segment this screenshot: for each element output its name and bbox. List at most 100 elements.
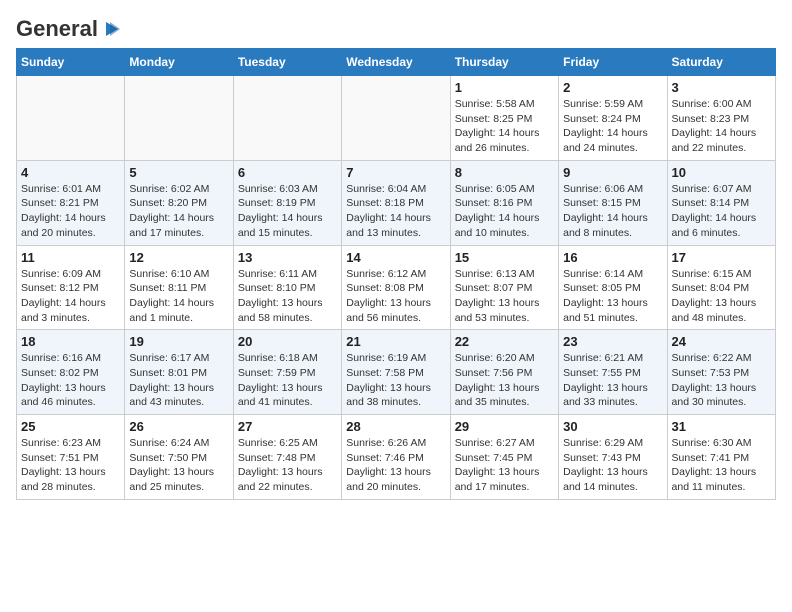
day-info: Sunrise: 6:00 AM Sunset: 8:23 PM Dayligh… <box>672 97 771 156</box>
day-info: Sunrise: 6:02 AM Sunset: 8:20 PM Dayligh… <box>129 182 228 241</box>
calendar-day-cell: 31Sunrise: 6:30 AM Sunset: 7:41 PM Dayli… <box>667 415 775 500</box>
calendar-day-cell: 18Sunrise: 6:16 AM Sunset: 8:02 PM Dayli… <box>17 330 125 415</box>
calendar-week-row: 25 Sunrise: 6:23 AM Sunset: 7:51 PM Dayli… <box>17 415 776 500</box>
calendar-day-cell: 16 Sunrise: 6:14 AM Sunset: 8:05 PM Dayli… <box>559 245 667 330</box>
calendar-day-cell: 21 Sunrise: 6:19 AM Sunset: 7:58 PM Dayli… <box>342 330 450 415</box>
day-info: Sunrise: 6:05 AM Sunset: 8:16 PM Dayligh… <box>455 182 554 241</box>
calendar-day-cell: 3 Sunrise: 6:00 AM Sunset: 8:23 PM Daylig… <box>667 76 775 161</box>
day-number: 25 <box>21 419 120 434</box>
day-number: 28 <box>346 419 445 434</box>
day-number: 10 <box>672 165 771 180</box>
calendar-day-cell: 27 Sunrise: 6:25 AM Sunset: 7:48 PM Dayli… <box>233 415 341 500</box>
day-info: Sunrise: 6:09 AM Sunset: 8:12 PM Dayligh… <box>21 267 120 326</box>
logo-icon <box>100 18 122 40</box>
calendar-day-cell: 4Sunrise: 6:01 AM Sunset: 8:21 PM Daylig… <box>17 160 125 245</box>
calendar-day-cell: 7 Sunrise: 6:04 AM Sunset: 8:18 PM Daylig… <box>342 160 450 245</box>
calendar-table: SundayMondayTuesdayWednesdayThursdayFrid… <box>16 48 776 500</box>
day-number: 7 <box>346 165 445 180</box>
day-info: Sunrise: 6:23 AM Sunset: 7:51 PM Dayligh… <box>21 436 120 495</box>
calendar-day-cell: 6Sunrise: 6:03 AM Sunset: 8:19 PM Daylig… <box>233 160 341 245</box>
day-info: Sunrise: 6:21 AM Sunset: 7:55 PM Dayligh… <box>563 351 662 410</box>
day-of-week-header: Thursday <box>450 49 558 76</box>
calendar-day-cell: 15 Sunrise: 6:13 AM Sunset: 8:07 PM Dayli… <box>450 245 558 330</box>
day-number: 1 <box>455 80 554 95</box>
day-number: 29 <box>455 419 554 434</box>
calendar-day-cell <box>17 76 125 161</box>
day-info: Sunrise: 6:17 AM Sunset: 8:01 PM Dayligh… <box>129 351 228 410</box>
calendar-day-cell <box>125 76 233 161</box>
calendar-day-cell: 9Sunrise: 6:06 AM Sunset: 8:15 PM Daylig… <box>559 160 667 245</box>
calendar-day-cell: 26 Sunrise: 6:24 AM Sunset: 7:50 PM Dayli… <box>125 415 233 500</box>
day-number: 19 <box>129 334 228 349</box>
day-info: Sunrise: 6:27 AM Sunset: 7:45 PM Dayligh… <box>455 436 554 495</box>
calendar-day-cell: 11 Sunrise: 6:09 AM Sunset: 8:12 PM Dayli… <box>17 245 125 330</box>
day-number: 18 <box>21 334 120 349</box>
day-info: Sunrise: 6:06 AM Sunset: 8:15 PM Dayligh… <box>563 182 662 241</box>
day-info: Sunrise: 6:03 AM Sunset: 8:19 PM Dayligh… <box>238 182 337 241</box>
calendar-day-cell: 29 Sunrise: 6:27 AM Sunset: 7:45 PM Dayli… <box>450 415 558 500</box>
day-info: Sunrise: 6:24 AM Sunset: 7:50 PM Dayligh… <box>129 436 228 495</box>
day-info: Sunrise: 6:22 AM Sunset: 7:53 PM Dayligh… <box>672 351 771 410</box>
day-number: 16 <box>563 250 662 265</box>
calendar-day-cell: 25 Sunrise: 6:23 AM Sunset: 7:51 PM Dayli… <box>17 415 125 500</box>
calendar-day-cell: 8 Sunrise: 6:05 AM Sunset: 8:16 PM Daylig… <box>450 160 558 245</box>
day-number: 21 <box>346 334 445 349</box>
calendar-day-cell <box>342 76 450 161</box>
day-info: Sunrise: 6:15 AM Sunset: 8:04 PM Dayligh… <box>672 267 771 326</box>
day-number: 17 <box>672 250 771 265</box>
calendar-day-cell: 24 Sunrise: 6:22 AM Sunset: 7:53 PM Dayli… <box>667 330 775 415</box>
day-number: 22 <box>455 334 554 349</box>
day-info: Sunrise: 6:12 AM Sunset: 8:08 PM Dayligh… <box>346 267 445 326</box>
calendar-day-cell: 28 Sunrise: 6:26 AM Sunset: 7:46 PM Dayli… <box>342 415 450 500</box>
day-number: 27 <box>238 419 337 434</box>
day-info: Sunrise: 6:13 AM Sunset: 8:07 PM Dayligh… <box>455 267 554 326</box>
day-info: Sunrise: 6:10 AM Sunset: 8:11 PM Dayligh… <box>129 267 228 326</box>
calendar-day-cell: 19 Sunrise: 6:17 AM Sunset: 8:01 PM Dayli… <box>125 330 233 415</box>
page-header: General <box>16 16 776 36</box>
calendar-day-cell: 17 Sunrise: 6:15 AM Sunset: 8:04 PM Dayli… <box>667 245 775 330</box>
logo: General <box>16 16 122 36</box>
day-of-week-header: Saturday <box>667 49 775 76</box>
day-info: Sunrise: 6:19 AM Sunset: 7:58 PM Dayligh… <box>346 351 445 410</box>
day-info: Sunrise: 6:01 AM Sunset: 8:21 PM Dayligh… <box>21 182 120 241</box>
logo-text: General <box>16 16 98 42</box>
day-info: Sunrise: 6:14 AM Sunset: 8:05 PM Dayligh… <box>563 267 662 326</box>
day-number: 11 <box>21 250 120 265</box>
day-number: 26 <box>129 419 228 434</box>
day-number: 13 <box>238 250 337 265</box>
calendar-day-cell: 10Sunrise: 6:07 AM Sunset: 8:14 PM Dayli… <box>667 160 775 245</box>
day-number: 20 <box>238 334 337 349</box>
calendar-day-cell: 14Sunrise: 6:12 AM Sunset: 8:08 PM Dayli… <box>342 245 450 330</box>
calendar-day-cell: 20 Sunrise: 6:18 AM Sunset: 7:59 PM Dayli… <box>233 330 341 415</box>
day-info: Sunrise: 6:18 AM Sunset: 7:59 PM Dayligh… <box>238 351 337 410</box>
calendar-day-cell: 23 Sunrise: 6:21 AM Sunset: 7:55 PM Dayli… <box>559 330 667 415</box>
day-number: 23 <box>563 334 662 349</box>
day-number: 8 <box>455 165 554 180</box>
day-number: 5 <box>129 165 228 180</box>
day-info: Sunrise: 5:58 AM Sunset: 8:25 PM Dayligh… <box>455 97 554 156</box>
day-number: 24 <box>672 334 771 349</box>
calendar-day-cell: 5 Sunrise: 6:02 AM Sunset: 8:20 PM Daylig… <box>125 160 233 245</box>
calendar-day-cell: 22 Sunrise: 6:20 AM Sunset: 7:56 PM Dayli… <box>450 330 558 415</box>
day-of-week-header: Tuesday <box>233 49 341 76</box>
day-info: Sunrise: 6:04 AM Sunset: 8:18 PM Dayligh… <box>346 182 445 241</box>
calendar-day-cell: 13 Sunrise: 6:11 AM Sunset: 8:10 PM Dayli… <box>233 245 341 330</box>
calendar-day-cell: 2 Sunrise: 5:59 AM Sunset: 8:24 PM Daylig… <box>559 76 667 161</box>
calendar-week-row: 18Sunrise: 6:16 AM Sunset: 8:02 PM Dayli… <box>17 330 776 415</box>
calendar-header-row: SundayMondayTuesdayWednesdayThursdayFrid… <box>17 49 776 76</box>
day-of-week-header: Monday <box>125 49 233 76</box>
day-number: 30 <box>563 419 662 434</box>
day-info: Sunrise: 6:20 AM Sunset: 7:56 PM Dayligh… <box>455 351 554 410</box>
day-info: Sunrise: 6:26 AM Sunset: 7:46 PM Dayligh… <box>346 436 445 495</box>
day-info: Sunrise: 6:25 AM Sunset: 7:48 PM Dayligh… <box>238 436 337 495</box>
calendar-day-cell: 30 Sunrise: 6:29 AM Sunset: 7:43 PM Dayli… <box>559 415 667 500</box>
calendar-day-cell <box>233 76 341 161</box>
day-number: 15 <box>455 250 554 265</box>
day-info: Sunrise: 6:11 AM Sunset: 8:10 PM Dayligh… <box>238 267 337 326</box>
day-number: 2 <box>563 80 662 95</box>
day-info: Sunrise: 5:59 AM Sunset: 8:24 PM Dayligh… <box>563 97 662 156</box>
day-info: Sunrise: 6:29 AM Sunset: 7:43 PM Dayligh… <box>563 436 662 495</box>
day-number: 3 <box>672 80 771 95</box>
calendar-week-row: 1 Sunrise: 5:58 AM Sunset: 8:25 PM Daylig… <box>17 76 776 161</box>
calendar-week-row: 11 Sunrise: 6:09 AM Sunset: 8:12 PM Dayli… <box>17 245 776 330</box>
